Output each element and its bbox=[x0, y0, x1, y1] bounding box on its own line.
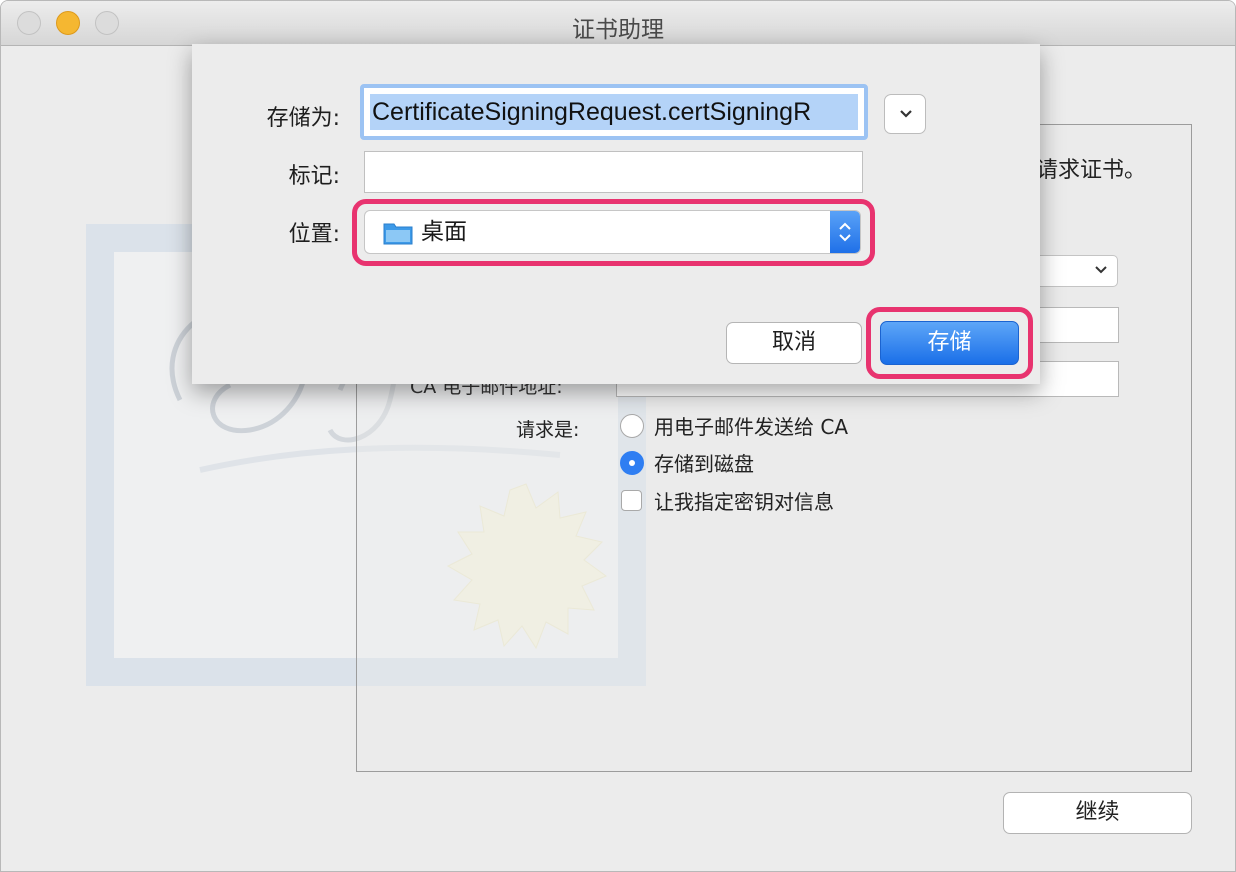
request-is-label: 请求是: bbox=[516, 419, 580, 441]
filename-field[interactable]: CertificateSigningRequest.certSigningR bbox=[360, 84, 868, 140]
window-title: 证书助理 bbox=[572, 17, 664, 43]
filename-value: CertificateSigningRequest.certSigningR bbox=[370, 94, 858, 130]
assistant-heading: 请求证书。 bbox=[1036, 158, 1147, 183]
specify-keypair-checkbox[interactable] bbox=[621, 490, 642, 511]
chevron-down-icon bbox=[900, 110, 912, 118]
location-label: 位置: bbox=[288, 222, 340, 247]
tags-field[interactable] bbox=[364, 151, 863, 193]
save-to-disk-radio[interactable] bbox=[620, 451, 644, 475]
title-bar: 证书助理 bbox=[1, 1, 1235, 46]
save-to-disk-label: 存储到磁盘 bbox=[654, 452, 754, 476]
tags-label: 标记: bbox=[288, 164, 340, 189]
specify-keypair-label: 让我指定密钥对信息 bbox=[654, 490, 834, 514]
continue-button[interactable]: 继续 bbox=[1003, 792, 1192, 834]
save-as-label: 存储为: bbox=[266, 106, 340, 131]
chevron-down-icon bbox=[1091, 260, 1111, 282]
location-highlight-annotation bbox=[352, 199, 875, 266]
expand-sheet-button[interactable] bbox=[884, 94, 926, 134]
save-highlight-annotation bbox=[866, 307, 1033, 379]
email-ca-radio[interactable] bbox=[620, 414, 644, 438]
cancel-button[interactable]: 取消 bbox=[726, 322, 862, 364]
email-ca-label: 用电子邮件发送给 CA bbox=[654, 415, 849, 439]
